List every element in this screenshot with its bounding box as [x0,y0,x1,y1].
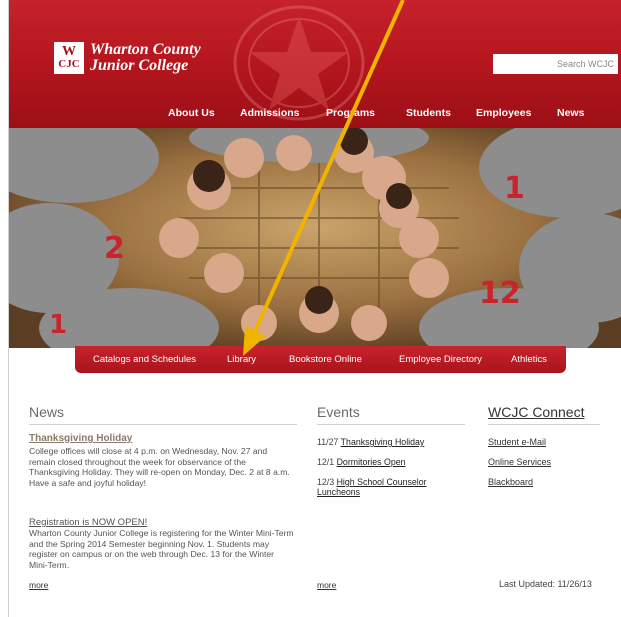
event-item: 11/27 Thanksgiving Holiday [317,437,467,447]
svg-text:12: 12 [479,276,521,311]
nav-students[interactable]: Students [406,107,451,119]
site-header: W CJC Wharton County Junior College Abou… [9,0,621,128]
nav-about-us[interactable]: About Us [168,107,215,119]
svg-text:2: 2 [104,231,125,266]
news-body-thanksgiving: College offices will close at 4 p.m. on … [29,446,290,488]
news-more-link[interactable]: more [29,580,48,590]
logo-line-1: Wharton County [90,41,201,58]
event-link-counselor-luncheons[interactable]: High School Counselor Luncheons [317,477,427,497]
quick-link-catalogs[interactable]: Catalogs and Schedules [93,354,196,365]
events-divider [317,424,465,425]
events-title: Events [317,404,360,420]
last-updated: Last Updated: 11/26/13 [499,579,592,589]
connect-title[interactable]: WCJC Connect [488,404,584,420]
news-headline-thanksgiving[interactable]: Thanksgiving Holiday [29,433,132,444]
logo-line-2: Junior College [90,57,189,74]
nav-admissions[interactable]: Admissions [240,107,300,119]
event-date: 12/3 [317,477,335,487]
event-date: 11/27 [317,437,339,447]
event-item: 12/3 High School Counselor Luncheons [317,477,452,497]
event-item: 12/1 Dormitories Open [317,457,467,467]
connect-link-online-services[interactable]: Online Services [488,457,551,467]
svg-text:1: 1 [504,171,525,206]
connect-divider [488,424,600,425]
quick-link-athletics[interactable]: Athletics [511,354,547,365]
quick-link-library[interactable]: Library [227,354,256,365]
news-body-registration: Wharton County Junior College is registe… [29,528,294,570]
quick-link-employee-directory[interactable]: Employee Directory [399,354,482,365]
logo-text-block: Wharton County Junior College [90,42,201,74]
hero-photo: 2 1 1 12 [9,128,621,348]
event-link-thanksgiving[interactable]: Thanksgiving Holiday [341,437,425,447]
svg-text:1: 1 [49,310,67,340]
event-date: 12/1 [317,457,335,467]
news-divider [29,424,297,425]
event-link-dormitories[interactable]: Dormitories Open [337,457,406,467]
quick-links-bar: Catalogs and Schedules Library Bookstore… [75,346,566,373]
quick-link-bookstore[interactable]: Bookstore Online [289,354,362,365]
news-title: News [29,404,65,420]
main-nav: About Us Admissions Programs Students Em… [9,100,621,128]
nav-news[interactable]: News [557,107,584,119]
connect-link-student-email[interactable]: Student e-Mail [488,437,546,447]
nav-employees[interactable]: Employees [476,107,531,119]
events-more-link[interactable]: more [317,580,336,590]
connect-link-blackboard[interactable]: Blackboard [488,477,533,487]
college-logo[interactable]: W CJC Wharton County Junior College [54,42,201,74]
nav-programs[interactable]: Programs [326,107,375,119]
search-input[interactable] [493,54,618,74]
news-headline-registration[interactable]: Registration is NOW OPEN! [29,517,147,528]
logo-mark: W CJC [54,42,84,74]
